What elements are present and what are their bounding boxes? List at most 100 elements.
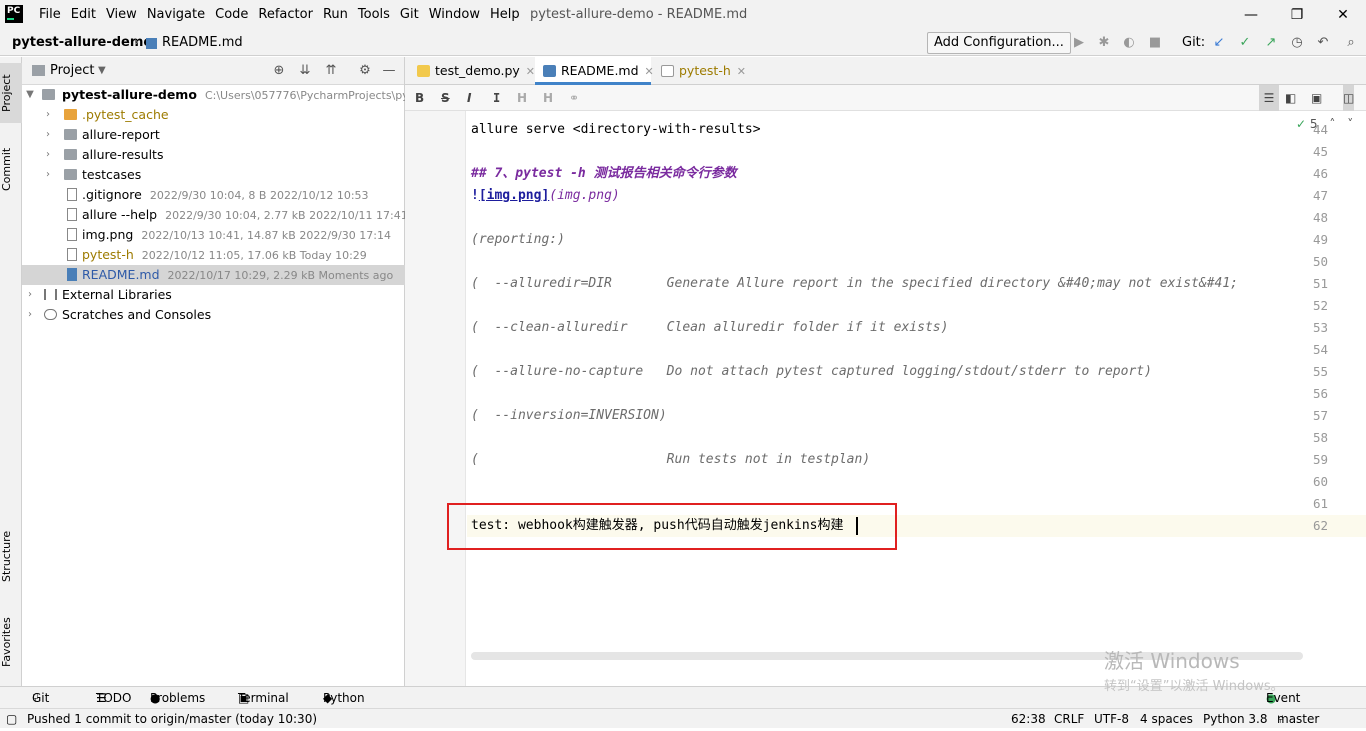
chevron-down-icon[interactable]: ▼ xyxy=(98,57,106,85)
tree-item-gitignore[interactable]: .gitignore 2022/9/30 10:04, 8 B 2022/10/1… xyxy=(22,185,405,205)
image-link-text[interactable]: [img.png] xyxy=(479,188,549,203)
tree-item-external-libraries[interactable]: › External Libraries xyxy=(22,285,405,305)
menu-window[interactable]: Window xyxy=(424,0,485,30)
tree-item-testcases[interactable]: › testcases xyxy=(22,165,405,185)
link-icon[interactable]: ⚭ xyxy=(569,85,579,111)
tree-item-readme[interactable]: README.md 2022/10/17 10:29, 2.29 kB Momen… xyxy=(22,265,405,285)
code-line-59[interactable]: ( Run tests not in testplan) xyxy=(471,449,870,471)
line-number: 55 xyxy=(1312,364,1328,379)
code-line-57[interactable]: ( --inversion=INVERSION) xyxy=(471,405,667,427)
folder-icon xyxy=(64,109,77,120)
code-line-51[interactable]: ( --alluredir=DIR Generate Allure report… xyxy=(471,273,1238,295)
git-history-icon[interactable]: ◷ xyxy=(1288,34,1306,52)
debug-icon[interactable]: ✱ xyxy=(1095,34,1113,52)
gear-icon[interactable]: ⚙ xyxy=(356,62,374,80)
project-folder-icon xyxy=(32,65,45,76)
minimize-button[interactable]: — xyxy=(1228,0,1274,30)
project-tool-tab[interactable]: Project xyxy=(0,63,22,123)
menu-refactor[interactable]: Refactor xyxy=(253,0,318,30)
status-message[interactable]: Pushed 1 commit to origin/master (today … xyxy=(27,709,317,729)
bold-button[interactable]: B xyxy=(415,85,424,111)
coverage-icon[interactable]: ◐ xyxy=(1120,34,1138,52)
chevron-right-icon[interactable]: › xyxy=(42,145,54,165)
commit-tool-tab[interactable]: Commit xyxy=(0,137,22,201)
tab-pytest-h[interactable]: pytest-h ✕ xyxy=(653,57,753,85)
italic-button[interactable]: I xyxy=(467,85,471,111)
breadcrumb-project[interactable]: pytest-allure-demo xyxy=(12,30,152,56)
preview-only-icon[interactable]: ▣ xyxy=(1311,85,1322,111)
tree-item-img-png[interactable]: img.png 2022/10/13 10:41, 14.87 kB 2022/9… xyxy=(22,225,405,245)
structure-tool-tab[interactable]: Structure xyxy=(0,521,22,591)
collapse-all-icon[interactable]: ⇈ xyxy=(322,62,340,80)
close-button[interactable]: ✕ xyxy=(1320,0,1366,30)
tree-item-label: .pytest_cache xyxy=(82,107,169,122)
code-button[interactable]: I xyxy=(493,85,500,111)
chevron-right-icon[interactable]: › xyxy=(24,285,36,305)
favorites-tool-tab[interactable]: Favorites xyxy=(0,607,22,677)
python-interpreter[interactable]: Python 3.8 xyxy=(1203,709,1268,729)
header-increase-button[interactable]: H xyxy=(517,85,527,111)
chevron-right-icon[interactable]: › xyxy=(42,125,54,145)
git-rollback-icon[interactable]: ↶ xyxy=(1314,34,1332,52)
tab-test-demo-py[interactable]: test_demo.py ✕ xyxy=(409,57,535,85)
caret-position[interactable]: 62:38 xyxy=(1011,709,1046,729)
menu-git[interactable]: Git xyxy=(395,0,424,30)
tab-label: README.md xyxy=(561,63,639,78)
chevron-right-icon[interactable]: › xyxy=(42,105,54,125)
split-view-icon[interactable]: ◧ xyxy=(1285,85,1296,111)
project-view-selector[interactable]: Project xyxy=(50,57,94,85)
chevron-right-icon[interactable]: › xyxy=(24,305,36,325)
menu-tools[interactable]: Tools xyxy=(353,0,395,30)
tree-item-pytest-h[interactable]: pytest-h 2022/10/12 11:05, 17.06 kB Today… xyxy=(22,245,405,265)
tree-item-allure-help[interactable]: allure --help 2022/9/30 10:04, 2.77 kB 20… xyxy=(22,205,405,225)
breadcrumb-file[interactable]: README.md xyxy=(162,30,243,56)
inspection-ok-icon[interactable]: ✓ 5 ˄ ˅ xyxy=(1296,117,1353,131)
tree-root[interactable]: ▼ pytest-allure-demo C:\Users\057776\Pych… xyxy=(22,85,405,105)
line-number: 50 xyxy=(1312,254,1328,269)
preview-options-icon[interactable]: ◫ xyxy=(1343,85,1355,111)
code-line-53[interactable]: ( --clean-alluredir Clean alluredir fold… xyxy=(471,317,948,339)
git-push-icon[interactable]: ↗ xyxy=(1262,34,1280,52)
expand-all-icon[interactable]: ⇊ xyxy=(296,62,314,80)
menu-edit[interactable]: Edit xyxy=(66,0,101,30)
tree-item-pytest-cache[interactable]: › .pytest_cache xyxy=(22,105,405,125)
tree-item-allure-results[interactable]: › allure-results xyxy=(22,145,405,165)
chevron-right-icon[interactable]: › xyxy=(42,165,54,185)
navigation-bar: pytest-allure-demo › README.md Add Confi… xyxy=(0,30,1366,56)
chevron-down-icon[interactable]: ▼ xyxy=(24,85,36,105)
code-line-46[interactable]: ## 7、pytest -h 测试报告相关命令行参数 xyxy=(471,163,737,185)
close-tab-icon[interactable]: ✕ xyxy=(737,65,746,78)
locate-icon[interactable]: ⊕ xyxy=(270,62,288,80)
menu-run[interactable]: Run xyxy=(318,0,353,30)
add-configuration-button[interactable]: Add Configuration... xyxy=(927,32,1071,54)
menu-code[interactable]: Code xyxy=(210,0,253,30)
code-line-47[interactable]: ![img.png](img.png) xyxy=(471,185,620,207)
line-separator[interactable]: CRLF xyxy=(1054,709,1084,729)
git-commit-icon[interactable]: ✓ xyxy=(1236,34,1254,52)
tab-readme-md[interactable]: README.md ✕ xyxy=(535,57,654,85)
hide-panel-icon[interactable]: — xyxy=(380,62,398,80)
comment-text: ( --alluredir=DIR Generate Allure report… xyxy=(471,276,1239,291)
search-icon[interactable]: ⌕ xyxy=(1342,34,1360,52)
code-line-44[interactable]: allure serve <directory-with-results> xyxy=(471,119,761,141)
close-tab-icon[interactable]: ✕ xyxy=(526,65,535,78)
editor-only-icon[interactable]: ☰ xyxy=(1259,85,1279,111)
tree-item-allure-report[interactable]: › allure-report xyxy=(22,125,405,145)
tab-label: test_demo.py xyxy=(435,63,520,78)
strikethrough-button[interactable]: S xyxy=(441,85,450,111)
menu-navigate[interactable]: Navigate xyxy=(142,0,210,30)
code-line-49[interactable]: (reporting:) xyxy=(471,229,565,251)
menu-view[interactable]: View xyxy=(101,0,142,30)
indent-setting[interactable]: 4 spaces xyxy=(1140,709,1193,729)
menu-file[interactable]: File xyxy=(34,0,66,30)
maximize-button[interactable]: ❐ xyxy=(1274,0,1320,30)
file-encoding[interactable]: UTF-8 xyxy=(1094,709,1129,729)
git-update-icon[interactable]: ↙ xyxy=(1210,34,1228,52)
tree-item-scratches[interactable]: › Scratches and Consoles xyxy=(22,305,405,325)
header-decrease-button[interactable]: H xyxy=(543,85,553,111)
code-line-55[interactable]: ( --allure-no-capture Do not attach pyte… xyxy=(471,361,1152,383)
stop-icon[interactable]: ■ xyxy=(1146,34,1164,52)
library-icon xyxy=(44,289,57,300)
run-icon[interactable]: ▶ xyxy=(1070,34,1088,52)
menu-help[interactable]: Help xyxy=(485,0,525,30)
